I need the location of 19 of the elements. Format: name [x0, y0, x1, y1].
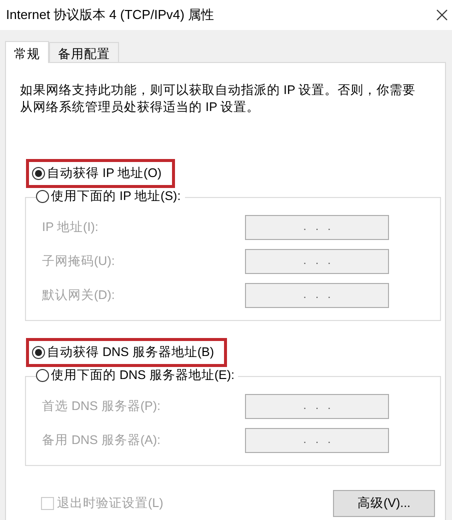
advanced-button[interactable]: 高级(V)...	[333, 490, 435, 517]
radio-button[interactable]	[36, 369, 49, 382]
field-label: 首选 DNS 服务器(P):	[42, 398, 162, 414]
tab[interactable]: 常规	[5, 41, 49, 63]
description-text: 如果网络支持此功能，则可以获取自动指派的 IP 设置。否则，你需要从网络系统管理员处获得适当的 IP 设置。	[20, 82, 417, 116]
radio-button[interactable]	[32, 346, 45, 359]
radio-button[interactable]	[36, 190, 49, 203]
radio-option[interactable]: 自动获得 IP 地址(O)	[32, 165, 162, 182]
radio-option[interactable]: 使用下面的 IP 地址(S):	[36, 188, 181, 205]
radio-button[interactable]	[32, 167, 45, 180]
field-label: 默认网关(D):	[42, 286, 116, 304]
field-label: IP 地址(I):	[42, 218, 100, 236]
radio-option[interactable]: 使用下面的 DNS 服务器地址(E):	[36, 367, 234, 384]
radio-option[interactable]: 自动获得 DNS 服务器地址(B)	[32, 344, 214, 361]
close-icon[interactable]	[436, 9, 448, 21]
tab[interactable]: 备用配置	[49, 42, 119, 62]
field-label: 子网掩码(U):	[42, 252, 116, 270]
window-title: Internet 协议版本 4 (TCP/IPv4) 属性	[6, 6, 214, 24]
field-label: 备用 DNS 服务器(A):	[42, 432, 162, 448]
